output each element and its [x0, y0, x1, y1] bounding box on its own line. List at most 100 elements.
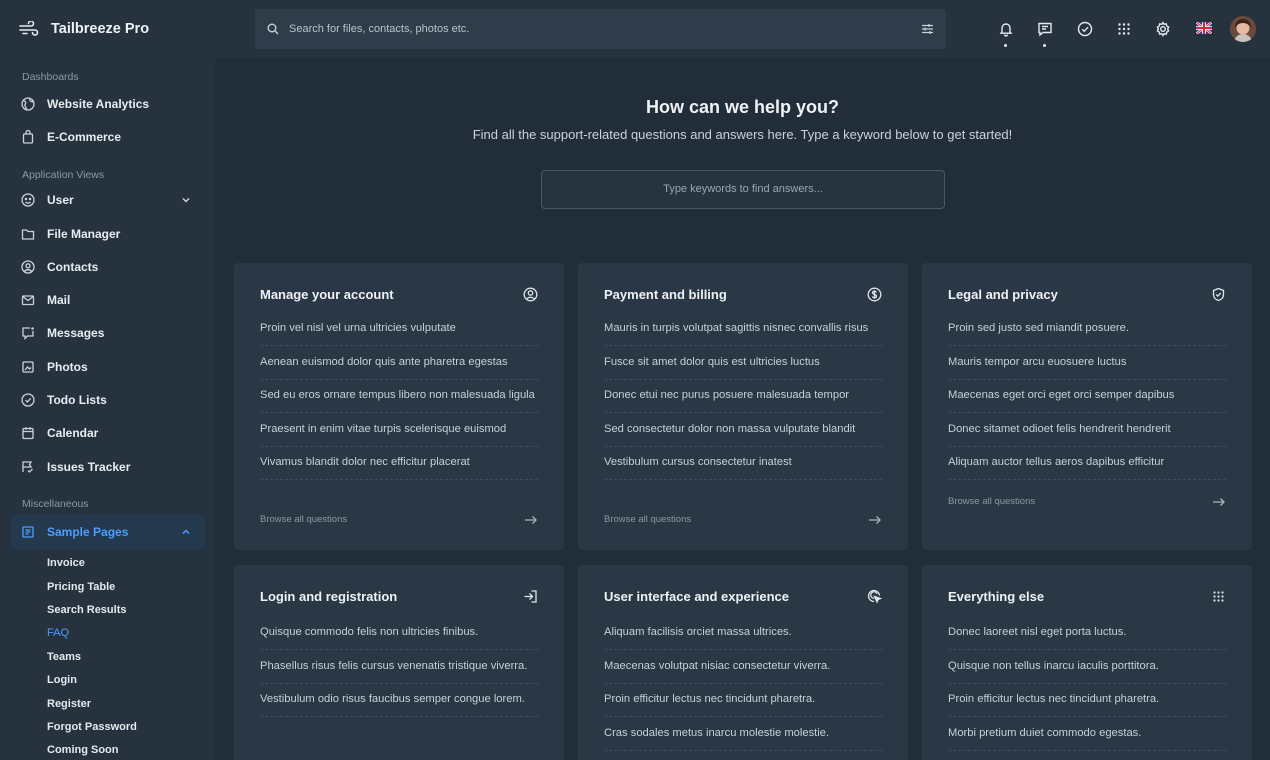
faq-card-legal: Legal and privacy Proin sed justo sed mi… — [922, 263, 1252, 550]
faq-question-link[interactable]: Proin vel nisl vel urna ultricies vulput… — [260, 320, 538, 346]
sidebar-subitem-teams[interactable]: Teams — [0, 645, 215, 668]
browse-all-link[interactable]: Browse all questions — [948, 496, 1226, 507]
bag-icon — [21, 129, 35, 144]
brand[interactable]: Tailbreeze Pro — [0, 0, 215, 58]
shield-icon — [1211, 287, 1226, 302]
issues-icon — [21, 460, 35, 474]
global-search-input[interactable]: Search for files, contacts, photos etc. — [255, 9, 946, 49]
faq-question-link[interactable]: Vestibulum cursus consectetur inatest — [604, 447, 882, 480]
bell-icon[interactable] — [998, 21, 1014, 37]
uk-flag-icon[interactable] — [1196, 22, 1212, 35]
faq-question-link[interactable]: Praesent in enim vitae turpis scelerisqu… — [260, 413, 538, 447]
faq-question-link[interactable]: Proin efficitur lectus nec tincidunt pha… — [604, 684, 882, 717]
wind-logo-icon — [19, 21, 39, 37]
faq-question-link[interactable]: Quisque non tellus inarcu iaculis portti… — [948, 650, 1226, 684]
card-title: Login and registration — [260, 588, 398, 604]
faq-question-link[interactable]: Sed eu eros ornare tempus libero non mal… — [260, 380, 538, 413]
contact-icon — [21, 260, 35, 274]
sidebar-item-calendar[interactable]: Calendar — [0, 417, 215, 450]
photo-icon — [21, 360, 35, 374]
chat-icon[interactable] — [1037, 21, 1053, 37]
sidebar-item-label: Todo Lists — [47, 393, 107, 408]
page-title: How can we help you? — [645, 97, 840, 117]
sidebar-item-label: File Manager — [47, 226, 121, 241]
sidebar-item-label: Messages — [47, 326, 105, 341]
arrow-right-icon — [869, 515, 881, 524]
sidebar-item-todo-lists[interactable]: Todo Lists — [0, 383, 215, 416]
sidebar-item-issues-tracker[interactable]: Issues Tracker — [0, 450, 215, 483]
avatar[interactable] — [1230, 16, 1256, 42]
sidebar-item-website-analytics[interactable]: Website Analytics — [0, 87, 215, 120]
grid-icon — [1211, 589, 1226, 604]
sidebar-item-e-commerce[interactable]: E-Commerce — [0, 120, 215, 153]
faq-question-link[interactable]: Proin sed justo sed miandit posuere. — [948, 320, 1226, 346]
sidebar-subitem-invoice[interactable]: Invoice — [0, 552, 215, 575]
mail-icon — [21, 293, 35, 307]
dollar-icon — [867, 287, 882, 302]
browse-all-label: Browse all questions — [948, 496, 1036, 507]
user-circle-icon — [21, 193, 35, 207]
faq-question-link[interactable]: Vestibulum odio risus faucibus semper co… — [260, 684, 538, 717]
browse-all-label: Browse all questions — [604, 514, 692, 525]
faq-question-link[interactable]: Maecenas eget orci eget orci semper dapi… — [948, 380, 1226, 413]
check-circle-icon — [21, 393, 35, 407]
sidebar-item-file-manager[interactable]: File Manager — [0, 217, 215, 250]
sidebar-item-label: E-Commerce — [47, 129, 122, 144]
arrow-right-icon — [525, 515, 537, 524]
card-title: Payment and billing — [604, 286, 727, 302]
card-title: Manage your account — [260, 286, 394, 302]
sidebar-item-label: Mail — [47, 293, 71, 308]
calendar-icon — [21, 426, 35, 440]
faq-question-link[interactable]: Mauris in turpis volutpat sagittis nisne… — [604, 320, 882, 346]
sidebar-item-photos[interactable]: Photos — [0, 350, 215, 383]
faq-question-link[interactable]: Donec laoreet nisl eget porta luctus. — [948, 624, 1226, 650]
faq-question-link[interactable]: Morbi pretium duiet commodo egestas. — [948, 717, 1226, 751]
faq-question-link[interactable]: Aenean euismod dolor quis ante pharetra … — [260, 346, 538, 380]
sidebar-item-contacts[interactable]: Contacts — [0, 250, 215, 283]
sidebar-subitem-faq[interactable]: FAQ — [0, 622, 215, 645]
faq-question-link[interactable]: Fusce sit amet dolor quis est ultricies … — [604, 346, 882, 380]
sidebar-subitem-coming-soon[interactable]: Coming Soon — [0, 739, 215, 760]
faq-question-link[interactable]: Cras sodales metus inarcu molestie moles… — [604, 717, 882, 751]
sidebar-item-user[interactable]: User — [0, 184, 215, 217]
sidebar-subitem-search-results[interactable]: Search Results — [0, 598, 215, 621]
sidebar-subitem-pricing-table[interactable]: Pricing Table — [0, 575, 215, 598]
main-content: How can we help you? Find all the suppor… — [215, 58, 1270, 760]
check-circle-icon[interactable] — [1077, 21, 1093, 37]
sidebar-item-label: Sample Pages — [47, 524, 129, 539]
faq-question-link[interactable]: Mauris tempor arcu euosuere luctus — [948, 346, 1226, 380]
card-title: User interface and experience — [604, 588, 789, 604]
faq-question-link[interactable]: Quisque commodo felis non ultricies fini… — [260, 624, 538, 650]
faq-question-link[interactable]: Proin efficitur lectus nec tincidunt pha… — [948, 684, 1226, 717]
sidebar-item-label: Contacts — [47, 259, 99, 274]
faq-question-link[interactable]: Vivamus blandit dolor nec efficitur plac… — [260, 447, 538, 480]
sidebar-subitem-login[interactable]: Login — [0, 669, 215, 692]
filter-sliders-icon[interactable] — [921, 23, 934, 35]
sidebar-item-label: Issues Tracker — [47, 459, 131, 474]
nav-group-title: Miscellaneous — [22, 498, 89, 511]
faq-question-link[interactable]: Aliquam facilisis orciet massa ultrices. — [604, 624, 882, 650]
apps-grid-icon[interactable] — [1116, 21, 1132, 37]
faq-question-link[interactable]: Sed consectetur dolor non massa vulputat… — [604, 413, 882, 447]
user-circle-icon — [523, 287, 538, 302]
sidebar-item-sample-pages[interactable]: Sample Pages — [11, 515, 205, 549]
faq-question-link[interactable]: Aliquam auctor tellus aeros dapibus effi… — [948, 447, 1226, 480]
sidebar-item-messages[interactable]: Messages — [0, 317, 215, 350]
browse-all-link[interactable]: Browse all questions — [604, 514, 882, 525]
topbar: Search for files, contacts, photos etc. — [215, 0, 1270, 58]
sidebar-item-mail[interactable]: Mail — [0, 283, 215, 316]
faq-search-input[interactable]: Type keywords to find answers... — [541, 170, 945, 209]
gear-icon[interactable] — [1155, 21, 1171, 37]
faq-question-link[interactable]: Donec sitamet odioet felis hendrerit hen… — [948, 413, 1226, 447]
sidebar-subitem-forgot-password[interactable]: Forgot Password — [0, 715, 215, 738]
browse-all-label: Browse all questions — [260, 514, 348, 525]
browse-all-link[interactable]: Browse all questions — [260, 514, 538, 525]
faq-question-link[interactable]: Phasellus risus felis cursus venenatis t… — [260, 650, 538, 684]
faq-question-link[interactable]: Maecenas volutpat nisiac consectetur viv… — [604, 650, 882, 684]
sidebar-subitem-register[interactable]: Register — [0, 692, 215, 715]
page-subtitle: Find all the support-related questions a… — [472, 127, 1013, 142]
faq-question-link[interactable]: Donec etui nec purus posuere malesuada t… — [604, 380, 882, 413]
arrow-right-icon — [1213, 497, 1225, 506]
search-placeholder: Search for files, contacts, photos etc. — [289, 23, 470, 35]
folder-icon — [21, 227, 35, 241]
